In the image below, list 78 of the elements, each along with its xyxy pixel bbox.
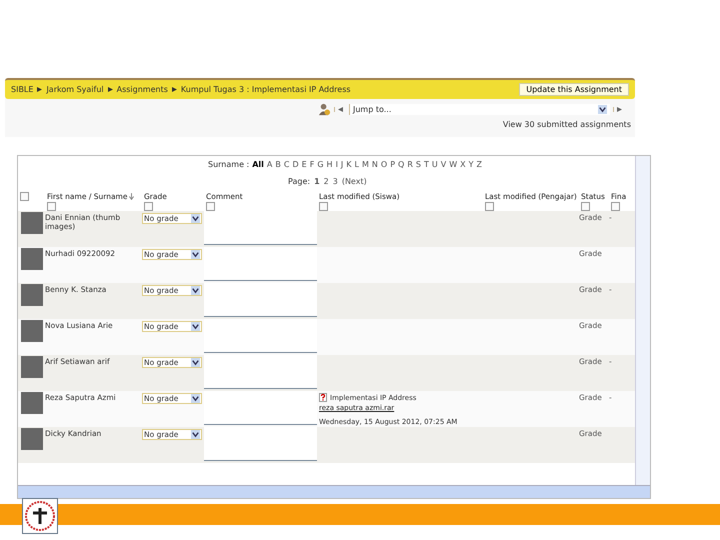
letter-link[interactable]: O xyxy=(380,160,388,169)
letter-link[interactable]: E xyxy=(302,160,307,169)
dropdown-arrow-icon xyxy=(191,214,200,223)
breadcrumb-link[interactable]: SIBLE xyxy=(11,85,34,94)
comment-field[interactable] xyxy=(204,211,317,245)
letter-link[interactable]: P xyxy=(390,160,396,169)
dropdown-arrow-icon xyxy=(191,394,200,403)
dropdown-arrow-icon xyxy=(191,358,200,367)
letter-link[interactable]: N xyxy=(372,160,378,169)
letter-link[interactable]: F xyxy=(310,160,314,169)
letter-link[interactable]: All xyxy=(252,160,264,169)
comment-field[interactable] xyxy=(204,355,317,389)
update-assignment-button[interactable]: Update this Assignment xyxy=(519,83,629,96)
comment-field[interactable] xyxy=(204,391,317,425)
letter-link[interactable]: C xyxy=(284,160,290,169)
separator-arrow-icon xyxy=(172,87,177,92)
letter-link[interactable]: M xyxy=(362,160,369,169)
separator-arrow-icon xyxy=(37,87,42,92)
collapse-icon[interactable] xyxy=(20,192,29,201)
page-label: Page: xyxy=(288,177,310,186)
page-link[interactable]: 3 xyxy=(332,177,338,186)
avatar-placeholder xyxy=(21,356,43,378)
letter-link[interactable]: G xyxy=(317,160,324,169)
collapse-icon[interactable] xyxy=(611,202,620,211)
page-link[interactable]: (Next) xyxy=(342,177,367,186)
dropdown-arrow-icon xyxy=(191,250,200,259)
letter-link[interactable]: T xyxy=(424,160,429,169)
comment-field[interactable] xyxy=(204,283,317,317)
dropdown-arrow-icon xyxy=(191,286,200,295)
collapse-icon[interactable] xyxy=(47,202,56,211)
breadcrumb-link[interactable]: Assignments xyxy=(116,85,168,94)
letter-link[interactable]: X xyxy=(460,160,466,169)
letter-link[interactable]: R xyxy=(407,160,413,169)
comment-field[interactable] xyxy=(204,247,317,281)
view-submissions-link[interactable]: View 30 submitted assignments xyxy=(502,120,631,129)
avatar-placeholder xyxy=(21,284,43,306)
vertical-scrollbar[interactable] xyxy=(635,156,650,485)
letter-link[interactable]: L xyxy=(354,160,359,169)
avatar-placeholder xyxy=(21,320,43,342)
surname-label: Surname : xyxy=(208,160,250,169)
letter-link[interactable]: D xyxy=(292,160,299,169)
dropdown-arrow-icon xyxy=(598,105,607,114)
sort-arrow-icon[interactable] xyxy=(129,193,134,200)
letter-link[interactable]: H xyxy=(326,160,333,169)
letter-link[interactable]: S xyxy=(416,160,421,169)
avatar-placeholder xyxy=(21,392,43,414)
avatar-placeholder xyxy=(21,248,43,270)
comment-field[interactable] xyxy=(204,427,317,461)
collapse-icon[interactable] xyxy=(581,202,590,211)
letter-link[interactable]: Y xyxy=(468,160,474,169)
breadcrumb-link[interactable]: Jarkom Syaiful xyxy=(46,85,104,94)
letter-link[interactable]: J xyxy=(340,160,344,169)
letter-link[interactable]: Q xyxy=(398,160,404,169)
collapse-icon[interactable] xyxy=(485,202,494,211)
avatar-placeholder xyxy=(21,212,43,234)
separator-arrow-icon xyxy=(108,87,113,92)
avatar-placeholder xyxy=(21,428,43,450)
letter-link[interactable]: Z xyxy=(476,160,482,169)
page-link[interactable]: 2 xyxy=(324,177,329,186)
horizontal-scrollbar[interactable] xyxy=(18,485,650,498)
letter-link[interactable]: K xyxy=(346,160,352,169)
collapse-icon[interactable] xyxy=(206,202,215,211)
letter-link[interactable]: A xyxy=(266,160,272,169)
collapse-icon[interactable] xyxy=(319,202,328,211)
page-link[interactable]: 1 xyxy=(314,177,320,186)
letter-link[interactable]: V xyxy=(440,160,446,169)
breadcrumb-link[interactable]: Kumpul Tugas 3 : Implementasi IP Address xyxy=(180,85,351,94)
comment-field[interactable] xyxy=(204,319,317,353)
user-icon[interactable] xyxy=(318,103,331,116)
collapse-icon[interactable] xyxy=(144,202,153,211)
letter-link[interactable]: W xyxy=(449,160,458,169)
jump-to-select[interactable]: Jump to... xyxy=(349,104,610,115)
previous-button[interactable] xyxy=(334,107,346,112)
letter-link[interactable]: U xyxy=(432,160,438,169)
dropdown-arrow-icon xyxy=(191,430,200,439)
letter-link[interactable]: I xyxy=(336,160,338,169)
dropdown-arrow-icon xyxy=(191,322,200,331)
letter-link[interactable]: B xyxy=(275,160,281,169)
